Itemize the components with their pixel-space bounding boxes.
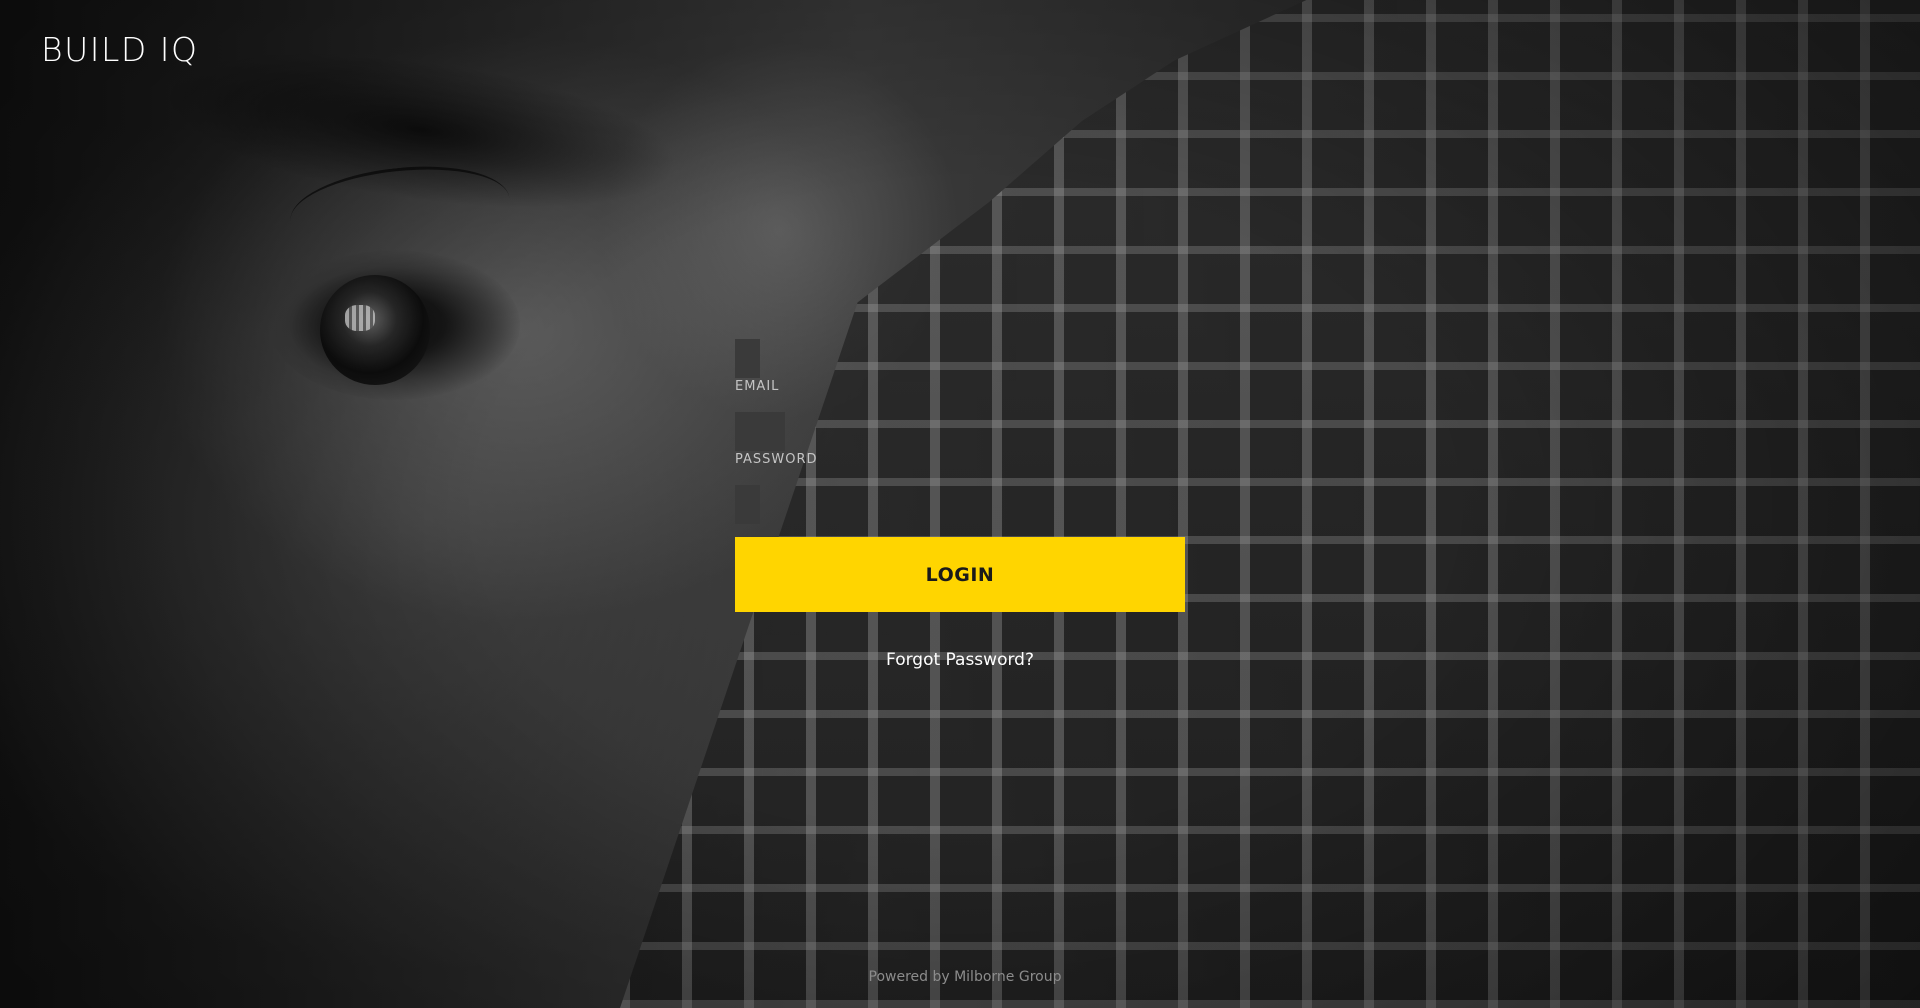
password-input[interactable] — [735, 477, 1185, 507]
email-field-label: EMAIL — [735, 379, 780, 394]
login-button[interactable]: LOGIN — [735, 537, 1185, 612]
brand-logo: BUILD IQ — [41, 30, 199, 69]
login-form: EMAIL PASSWORD LOGIN Forgot Password? — [735, 339, 1185, 670]
forgot-password-link[interactable]: Forgot Password? — [735, 650, 1185, 670]
email-input[interactable] — [735, 404, 1185, 434]
password-field-label: PASSWORD — [735, 452, 818, 467]
powered-by-footer: Powered by Milborne Group — [868, 969, 1062, 985]
login-page: BUILD IQ EMAIL PASSWORD LOGIN Forgot Pas… — [0, 0, 1920, 1008]
